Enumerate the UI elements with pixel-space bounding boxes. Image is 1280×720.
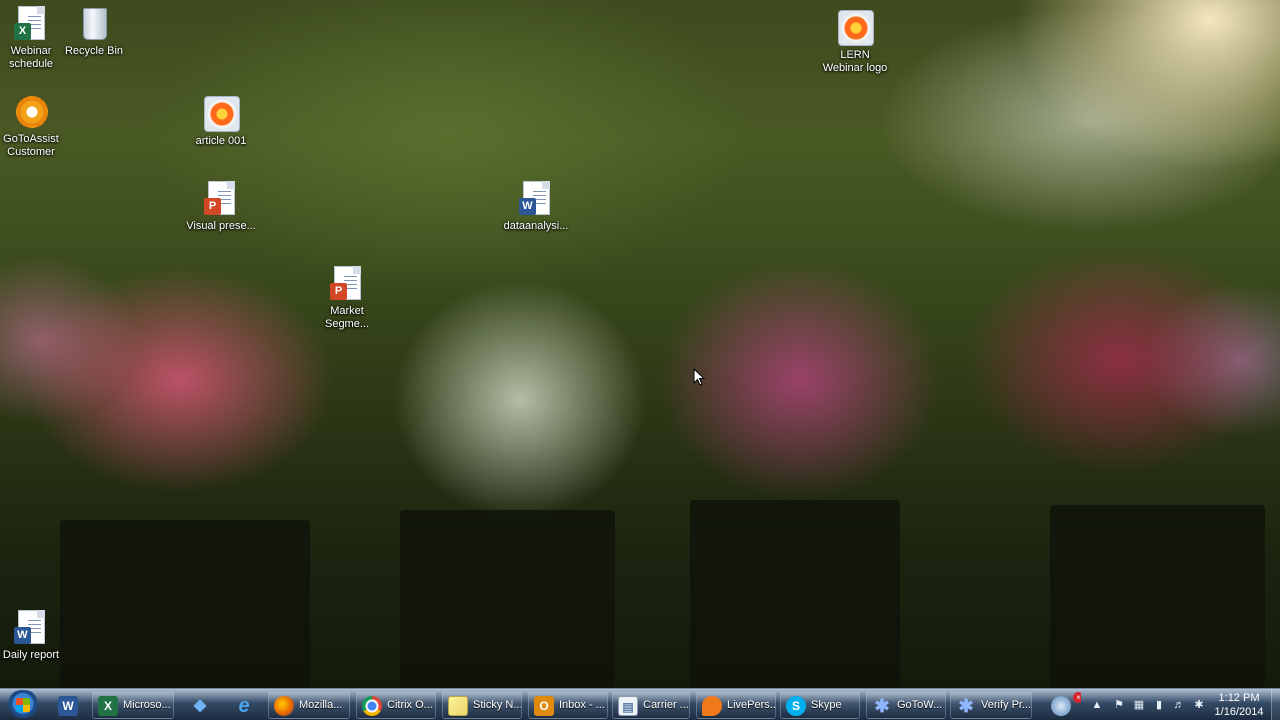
desktop-icon-label: GoToAssist Customer: [3, 133, 59, 158]
action-center-flag-icon[interactable]: ⚑: [1112, 698, 1126, 712]
outlook-icon: O: [534, 696, 554, 716]
taskbar-button-outlook[interactable]: O Inbox - ...: [528, 691, 608, 719]
desktop-icon-article-001[interactable]: article 001: [183, 96, 259, 148]
gotowebinar-icon: ✱: [874, 696, 890, 716]
network-app-icon: [1051, 696, 1071, 716]
gotowebinar-tray-icon[interactable]: ✱: [1192, 698, 1206, 712]
desktop-icon-dataanalysis[interactable]: W dataanalysi...: [498, 181, 574, 233]
taskbar-button-verify[interactable]: ✱ Verify Pr...: [950, 691, 1032, 719]
desktop-icon-label: dataanalysi...: [503, 220, 569, 232]
clock-date: 1/16/2014: [1214, 706, 1264, 718]
taskbar: W X Microso... ◆ e Mozilla... Citrix O..…: [0, 688, 1280, 720]
clock-time: 1:12 PM: [1218, 692, 1260, 704]
taskbar-pinned-network-app[interactable]: ×: [1042, 691, 1082, 719]
gotoassist-icon: [14, 94, 48, 130]
chrome-icon: [362, 696, 382, 716]
sticky-notes-icon: [448, 696, 468, 716]
liveperson-icon: [702, 696, 722, 716]
wallpaper-pot: [400, 510, 615, 688]
word-icon: W: [58, 696, 78, 716]
excel-file-icon: X: [14, 6, 48, 42]
clock[interactable]: 1:12 PM 1/16/2014: [1208, 691, 1270, 719]
word-file-icon: W: [519, 181, 553, 217]
powerpoint-file-icon: P: [204, 181, 238, 217]
internet-explorer-icon: e: [238, 695, 250, 717]
desktop-icon-visual-presentation[interactable]: P Visual prese...: [183, 181, 259, 233]
dropbox-icon: ◆: [193, 697, 207, 714]
taskbar-button-label: Mozilla...: [299, 699, 343, 711]
windows-logo-icon: [16, 698, 30, 712]
taskbar-pinned-dropbox[interactable]: ◆: [180, 691, 218, 719]
desktop-icon-market-segmentation[interactable]: P Market Segme...: [309, 266, 385, 331]
taskbar-button-chrome[interactable]: Citrix O...: [356, 691, 436, 719]
taskbar-button-label: GoToW...: [897, 699, 943, 711]
desktop-icon-gotoassist-customer[interactable]: GoToAssist Customer: [0, 94, 69, 159]
gotowebinar-icon: ✱: [958, 696, 974, 716]
skype-icon: S: [786, 696, 806, 716]
taskbar-button-label: Citrix O...: [387, 699, 433, 711]
taskbar-button-sticky-notes[interactable]: Sticky N...: [442, 691, 522, 719]
taskbar-button-label: LivePers...: [727, 699, 776, 711]
taskbar-button-label: Microso...: [123, 699, 171, 711]
powerpoint-file-icon: P: [330, 266, 364, 302]
taskbar-pinned-internet-explorer[interactable]: e: [224, 691, 262, 719]
excel-icon: X: [98, 696, 118, 716]
device-icon[interactable]: ▦: [1132, 698, 1146, 712]
taskbar-button-firefox[interactable]: Mozilla...: [268, 691, 350, 719]
desktop-icon-label: article 001: [195, 135, 247, 147]
taskbar-button-label: Verify Pr...: [981, 699, 1032, 711]
desktop-icon-lern-webinar-logo[interactable]: LERN Webinar logo: [817, 10, 893, 75]
taskbar-button-label: Sticky N...: [473, 699, 522, 711]
taskbar-button-label: Inbox - ...: [559, 699, 605, 711]
desktop-icon-recycle-bin[interactable]: Recycle Bin: [56, 6, 132, 58]
desktop-icon-label: Daily report: [2, 649, 60, 661]
taskbar-button-label: Carrier ...: [643, 699, 689, 711]
taskbar-button-excel[interactable]: X Microso...: [92, 691, 174, 719]
desktop-icon-daily-report[interactable]: W Daily report: [0, 610, 69, 662]
desktop-icon-label: Visual prese...: [186, 220, 256, 232]
show-hidden-icons-arrow-icon[interactable]: ▲: [1090, 698, 1104, 712]
taskbar-button-liveperson[interactable]: LivePers...: [696, 691, 776, 719]
start-button[interactable]: [4, 690, 42, 720]
taskbar-button-skype[interactable]: S Skype: [780, 691, 860, 719]
desktop-icon-label: Recycle Bin: [64, 45, 124, 57]
notification-badge-icon: ×: [1073, 692, 1081, 703]
image-file-icon: [204, 96, 240, 132]
taskbar-button-label: Skype: [811, 699, 842, 711]
network-icon[interactable]: ▮: [1152, 698, 1166, 712]
desktop-icon-label: Market Segme...: [324, 305, 370, 330]
taskbar-button-carrier[interactable]: ▤ Carrier ...: [612, 691, 690, 719]
desktop: X Webinar schedule Recycle Bin LERN Webi…: [0, 0, 1280, 688]
wallpaper-pot: [1050, 505, 1265, 688]
document-icon: ▤: [618, 696, 638, 716]
firefox-icon: [274, 696, 294, 716]
wallpaper-pot: [690, 500, 900, 688]
image-file-icon: [838, 10, 874, 46]
mouse-cursor-icon: [693, 368, 705, 386]
desktop-icon-label: LERN Webinar logo: [822, 49, 888, 74]
word-file-icon: W: [14, 610, 48, 646]
wallpaper-pot: [60, 520, 310, 688]
taskbar-button-gotowebinar[interactable]: ✱ GoToW...: [866, 691, 946, 719]
show-desktop-button[interactable]: [1271, 689, 1280, 720]
recycle-bin-icon: [77, 6, 111, 42]
taskbar-pinned-word[interactable]: W: [48, 691, 86, 719]
volume-icon[interactable]: ♬: [1172, 698, 1186, 712]
